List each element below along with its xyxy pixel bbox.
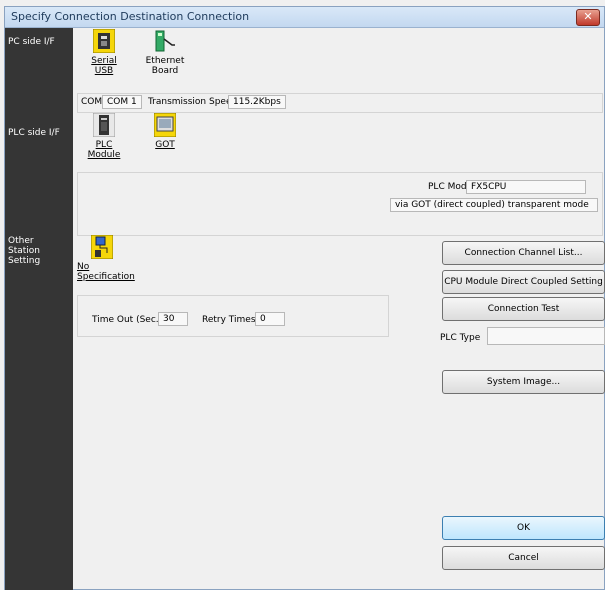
- connection-test-button[interactable]: Connection Test: [442, 297, 605, 321]
- close-icon: ✕: [583, 10, 593, 23]
- com-port-field[interactable]: COM 1: [102, 95, 142, 109]
- plc-module-label-2: Module: [87, 150, 121, 160]
- serial-usb-label-2: USB: [94, 66, 114, 76]
- sidebar-label-pc-side: PC side I/F: [8, 37, 55, 47]
- cancel-button[interactable]: Cancel: [442, 546, 605, 570]
- plc-module-label-1: PLC: [95, 140, 113, 150]
- plc-mode-field: FX5CPU: [466, 180, 586, 194]
- ethernet-board-option[interactable]: Ethernet Board: [135, 29, 195, 76]
- com-settings-row: COM COM 1 Transmission Speed 115.2Kbps: [77, 93, 603, 113]
- sidebar-label-plc-side: PLC side I/F: [8, 128, 60, 138]
- got-icon: [153, 112, 177, 138]
- sidebar-label-other-station: Other Station Setting: [8, 236, 41, 266]
- sidebar: PC side I/F PLC side I/F Other Station S…: [5, 28, 73, 590]
- serial-usb-icon: [92, 28, 116, 54]
- plc-type-label: PLC Type: [440, 333, 481, 343]
- timeout-retry-panel: Time Out (Sec.) 30 Retry Times 0: [77, 295, 389, 337]
- plc-module-icon: [92, 112, 116, 138]
- timeout-label: Time Out (Sec.): [92, 315, 163, 325]
- close-button[interactable]: ✕: [576, 9, 600, 26]
- ethernet-board-label-2: Board: [151, 66, 179, 76]
- retry-times-field[interactable]: 0: [255, 312, 285, 326]
- system-image-button[interactable]: System Image...: [442, 370, 605, 394]
- cpu-direct-coupled-button[interactable]: CPU Module Direct Coupled Setting: [442, 270, 605, 294]
- transmission-speed-field[interactable]: 115.2Kbps: [228, 95, 286, 109]
- no-specification-label: No Specification: [77, 262, 135, 282]
- timeout-field[interactable]: 30: [158, 312, 188, 326]
- plc-mode-panel: PLC Mode FX5CPU via GOT (direct coupled)…: [77, 172, 603, 236]
- ethernet-board-icon: [154, 29, 176, 53]
- plc-module-option[interactable]: PLC Module: [74, 112, 134, 160]
- serial-usb-label-1: Serial: [91, 56, 117, 66]
- got-option[interactable]: GOT: [135, 112, 195, 150]
- transparent-mode-text: via GOT (direct coupled) transparent mod…: [390, 198, 598, 212]
- serial-usb-option[interactable]: Serial USB: [74, 28, 134, 76]
- plc-type-field: [487, 327, 605, 345]
- window-title: Specify Connection Destination Connectio…: [11, 10, 250, 23]
- transmission-speed-label: Transmission Speed: [148, 97, 238, 107]
- com-label: COM: [81, 97, 103, 107]
- retry-times-label: Retry Times: [202, 315, 256, 325]
- ok-button[interactable]: OK: [442, 516, 605, 540]
- got-label: GOT: [155, 140, 175, 150]
- dialog-window: Specify Connection Destination Connectio…: [4, 6, 605, 590]
- other-station-icon: [90, 234, 114, 260]
- no-specification-option[interactable]: No Specification: [77, 234, 143, 282]
- connection-channel-list-button[interactable]: Connection Channel List...: [442, 241, 605, 265]
- title-bar: Specify Connection Destination Connectio…: [5, 7, 604, 28]
- ethernet-board-label-1: Ethernet: [145, 56, 185, 66]
